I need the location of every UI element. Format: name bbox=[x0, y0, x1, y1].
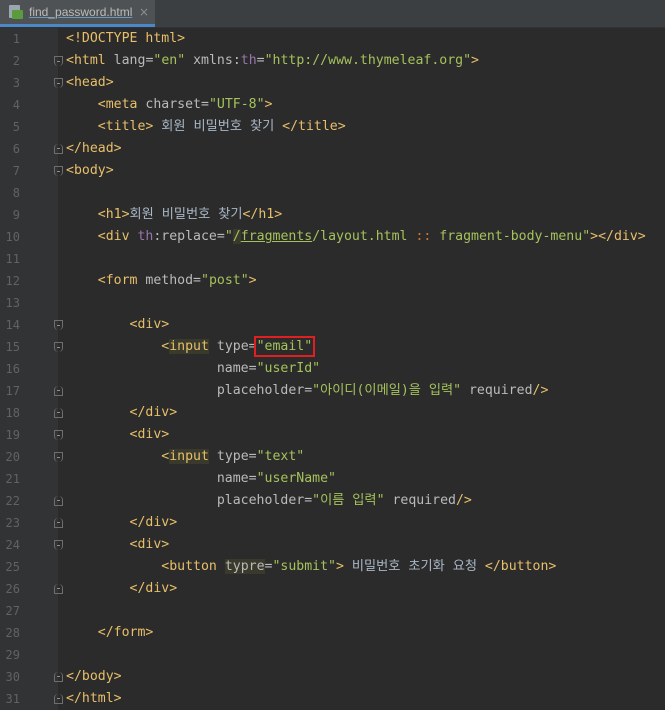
code-line: 18 </div> bbox=[0, 402, 665, 424]
file-tab-label: find_password.html bbox=[29, 5, 133, 19]
fold-marker-icon[interactable] bbox=[54, 496, 63, 506]
code-line: 23 </div> bbox=[0, 512, 665, 534]
fold-marker-icon[interactable] bbox=[54, 56, 63, 66]
line-number: 16 bbox=[5, 362, 20, 376]
line-number: 2 bbox=[12, 54, 20, 68]
line-number: 1 bbox=[12, 32, 20, 46]
line-number: 29 bbox=[5, 648, 20, 662]
code-line: 7 <body> bbox=[0, 160, 665, 182]
editor-tab-bar: find_password.html × bbox=[0, 0, 665, 28]
line-number: 9 bbox=[12, 208, 20, 222]
line-number: 27 bbox=[5, 604, 20, 618]
email-type-value: "email" bbox=[253, 336, 316, 357]
code-line: 22 placeholder="이름 입력" required/> bbox=[0, 490, 665, 512]
line-number: 7 bbox=[12, 164, 20, 178]
line-number: 4 bbox=[12, 98, 20, 112]
line-number: 17 bbox=[5, 384, 20, 398]
code-line: 1 <!DOCTYPE html> bbox=[0, 28, 665, 50]
code-line: 19 <div> bbox=[0, 424, 665, 446]
line-number: 23 bbox=[5, 516, 20, 530]
fold-marker-icon[interactable] bbox=[54, 672, 63, 682]
html-file-icon bbox=[9, 5, 23, 19]
fold-marker-icon[interactable] bbox=[54, 430, 63, 440]
code-line: 9 <h1>회원 비밀번호 찾기</h1> bbox=[0, 204, 665, 226]
code-line: 12 <form method="post"> bbox=[0, 270, 665, 292]
line-number: 15 bbox=[5, 340, 20, 354]
code-line: 20 <input type="text" bbox=[0, 446, 665, 468]
line-number: 11 bbox=[5, 252, 20, 266]
code-line: 14 <div> bbox=[0, 314, 665, 336]
code-editor[interactable]: 1 <!DOCTYPE html> 2 <html lang="en" xmlns:… bbox=[0, 28, 665, 710]
code-line: 21 name="userName" bbox=[0, 468, 665, 490]
line-number: 19 bbox=[5, 428, 20, 442]
line-number: 3 bbox=[12, 76, 20, 90]
code-line: 26 </div> bbox=[0, 578, 665, 600]
code-line: 17 placeholder="아이디(이메일)을 입력" required/> bbox=[0, 380, 665, 402]
code-line: 8 bbox=[0, 182, 665, 204]
code-line: 25 <button typre="submit"> 비밀번호 초기화 요청 <… bbox=[0, 556, 665, 578]
code-line: 29 bbox=[0, 644, 665, 666]
fold-marker-icon[interactable] bbox=[54, 408, 63, 418]
code-line: 24 <div> bbox=[0, 534, 665, 556]
code-line: 27 bbox=[0, 600, 665, 622]
line-number: 26 bbox=[5, 582, 20, 596]
code-line: 10 <div th:replace="/fragments/layout.ht… bbox=[0, 226, 665, 248]
line-number: 10 bbox=[5, 230, 20, 244]
line-number: 12 bbox=[5, 274, 20, 288]
code-line: 13 bbox=[0, 292, 665, 314]
code-line: 16 name="userId" bbox=[0, 358, 665, 380]
line-number: 25 bbox=[5, 560, 20, 574]
code-line: 28 </form> bbox=[0, 622, 665, 644]
fold-marker-icon[interactable] bbox=[54, 386, 63, 396]
line-number: 30 bbox=[5, 670, 20, 684]
code-line: 3 <head> bbox=[0, 72, 665, 94]
code-line: 30 </body> bbox=[0, 666, 665, 688]
code-line: 4 <meta charset="UTF-8"> bbox=[0, 94, 665, 116]
fold-marker-icon[interactable] bbox=[54, 518, 63, 528]
code-line: 5 <title> 회원 비밀번호 찾기 </title> bbox=[0, 116, 665, 138]
line-number: 13 bbox=[5, 296, 20, 310]
code-line: 11 bbox=[0, 248, 665, 270]
line-number: 5 bbox=[12, 120, 20, 134]
code-line: 15 <input type="email" bbox=[0, 336, 665, 358]
line-number: 31 bbox=[5, 692, 20, 706]
fold-marker-icon[interactable] bbox=[54, 166, 63, 176]
line-number: 22 bbox=[5, 494, 20, 508]
file-tab[interactable]: find_password.html × bbox=[0, 0, 155, 27]
fold-marker-icon[interactable] bbox=[54, 320, 63, 330]
line-number: 21 bbox=[5, 472, 20, 486]
fold-marker-icon[interactable] bbox=[54, 78, 63, 88]
code-line: 2 <html lang="en" xmlns:th="http://www.th… bbox=[0, 50, 665, 72]
close-icon[interactable]: × bbox=[139, 5, 149, 19]
line-number: 28 bbox=[5, 626, 20, 640]
fold-marker-icon[interactable] bbox=[54, 144, 63, 154]
fold-marker-icon[interactable] bbox=[54, 584, 63, 594]
line-number: 24 bbox=[5, 538, 20, 552]
fold-marker-icon[interactable] bbox=[54, 452, 63, 462]
line-number: 14 bbox=[5, 318, 20, 332]
line-number: 8 bbox=[12, 186, 20, 200]
code-line: 31 </html> bbox=[0, 688, 665, 710]
fold-marker-icon[interactable] bbox=[54, 540, 63, 550]
line-number: 6 bbox=[12, 142, 20, 156]
fold-marker-icon[interactable] bbox=[54, 694, 63, 704]
fold-marker-icon[interactable] bbox=[54, 342, 63, 352]
line-number: 20 bbox=[5, 450, 20, 464]
line-number: 18 bbox=[5, 406, 20, 420]
code-line: 6 </head> bbox=[0, 138, 665, 160]
